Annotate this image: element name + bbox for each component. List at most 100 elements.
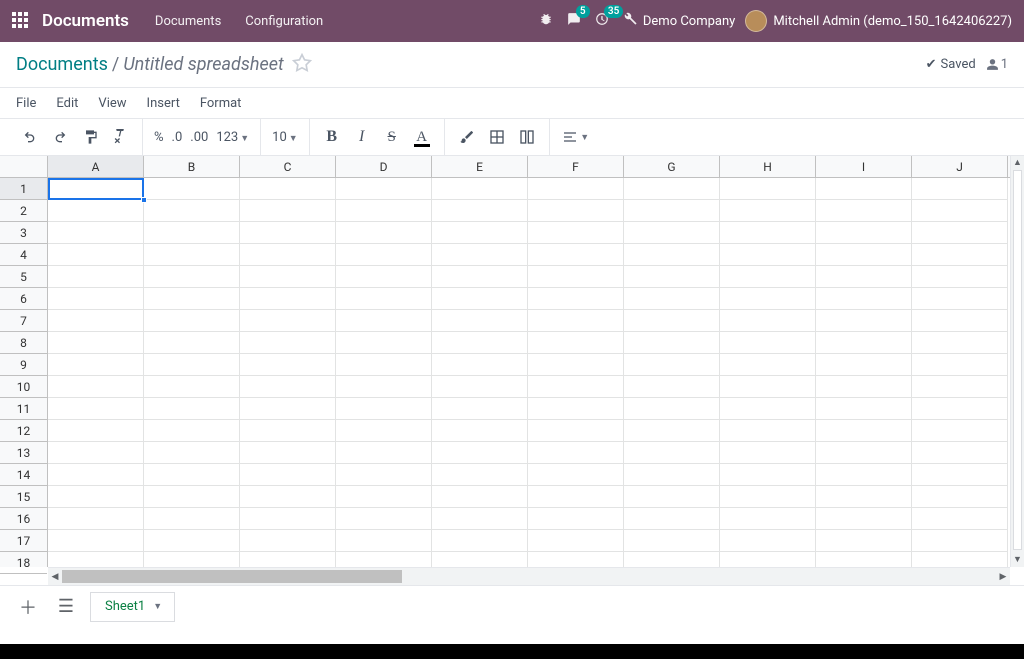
- cell[interactable]: [432, 332, 528, 354]
- cells-area[interactable]: [48, 178, 1010, 567]
- col-header[interactable]: B: [144, 156, 240, 177]
- cell[interactable]: [144, 244, 240, 266]
- vertical-scroll-thumb[interactable]: [1013, 170, 1022, 550]
- cell[interactable]: [48, 178, 144, 200]
- apps-icon[interactable]: [12, 12, 30, 30]
- chevron-down-icon[interactable]: ▼: [153, 601, 162, 612]
- row-header[interactable]: 15: [0, 486, 47, 508]
- cell[interactable]: [432, 398, 528, 420]
- cell[interactable]: [912, 530, 1008, 552]
- cell[interactable]: [144, 310, 240, 332]
- cell[interactable]: [240, 244, 336, 266]
- cell[interactable]: [432, 486, 528, 508]
- cell[interactable]: [144, 266, 240, 288]
- cell[interactable]: [816, 266, 912, 288]
- cell[interactable]: [912, 244, 1008, 266]
- row-header[interactable]: 4: [0, 244, 47, 266]
- cell[interactable]: [624, 486, 720, 508]
- row-header[interactable]: 17: [0, 530, 47, 552]
- cell[interactable]: [144, 288, 240, 310]
- cell[interactable]: [816, 288, 912, 310]
- col-header[interactable]: D: [336, 156, 432, 177]
- cell[interactable]: [528, 200, 624, 222]
- cell[interactable]: [336, 222, 432, 244]
- cell[interactable]: [144, 530, 240, 552]
- cell[interactable]: [240, 266, 336, 288]
- cell[interactable]: [48, 222, 144, 244]
- cell[interactable]: [336, 354, 432, 376]
- activities-icon[interactable]: 35: [595, 12, 609, 30]
- cell[interactable]: [144, 486, 240, 508]
- cell[interactable]: [144, 508, 240, 530]
- cell[interactable]: [720, 530, 816, 552]
- vertical-scrollbar[interactable]: ▲ ▼: [1010, 156, 1024, 567]
- cell[interactable]: [624, 310, 720, 332]
- cell[interactable]: [816, 222, 912, 244]
- cell[interactable]: [912, 486, 1008, 508]
- bug-icon[interactable]: [539, 12, 553, 30]
- cell[interactable]: [336, 486, 432, 508]
- horizontal-scroll-thumb[interactable]: [62, 570, 402, 583]
- cell[interactable]: [336, 376, 432, 398]
- cell[interactable]: [624, 508, 720, 530]
- cell[interactable]: [336, 530, 432, 552]
- cell[interactable]: [144, 332, 240, 354]
- cell[interactable]: [240, 332, 336, 354]
- cell[interactable]: [720, 266, 816, 288]
- cell[interactable]: [432, 420, 528, 442]
- horizontal-align-button[interactable]: ▼: [558, 123, 594, 151]
- cell[interactable]: [48, 508, 144, 530]
- cell[interactable]: [240, 200, 336, 222]
- cell[interactable]: [144, 464, 240, 486]
- cell[interactable]: [144, 354, 240, 376]
- cell[interactable]: [144, 398, 240, 420]
- menu-file[interactable]: File: [16, 96, 36, 111]
- cell[interactable]: [48, 200, 144, 222]
- cell[interactable]: [816, 508, 912, 530]
- cell[interactable]: [912, 420, 1008, 442]
- cell[interactable]: [48, 288, 144, 310]
- clear-format-button[interactable]: [106, 123, 134, 151]
- tools-icon[interactable]: [623, 12, 637, 30]
- cell[interactable]: [48, 354, 144, 376]
- paint-format-button[interactable]: [76, 123, 104, 151]
- cell[interactable]: [912, 266, 1008, 288]
- cell[interactable]: [240, 442, 336, 464]
- cell[interactable]: [816, 178, 912, 200]
- cell[interactable]: [816, 464, 912, 486]
- cell[interactable]: [720, 508, 816, 530]
- row-header[interactable]: 7: [0, 310, 47, 332]
- cell[interactable]: [336, 508, 432, 530]
- cell[interactable]: [816, 376, 912, 398]
- cell[interactable]: [624, 332, 720, 354]
- cell[interactable]: [624, 200, 720, 222]
- cell[interactable]: [432, 530, 528, 552]
- cell[interactable]: [528, 222, 624, 244]
- cell[interactable]: [624, 288, 720, 310]
- row-header[interactable]: 3: [0, 222, 47, 244]
- cell[interactable]: [336, 442, 432, 464]
- col-header[interactable]: H: [720, 156, 816, 177]
- cell[interactable]: [720, 332, 816, 354]
- all-sheets-button[interactable]: ☰: [52, 593, 80, 621]
- horizontal-scrollbar[interactable]: ◀ ▶: [48, 567, 1010, 585]
- cell[interactable]: [240, 354, 336, 376]
- cell[interactable]: [240, 508, 336, 530]
- collaborators-indicator[interactable]: 1: [986, 57, 1008, 72]
- cell[interactable]: [48, 310, 144, 332]
- cell[interactable]: [912, 310, 1008, 332]
- cell[interactable]: [912, 508, 1008, 530]
- menu-view[interactable]: View: [98, 96, 126, 111]
- decrease-decimal-button[interactable]: .0: [169, 130, 186, 145]
- cell[interactable]: [240, 288, 336, 310]
- cell[interactable]: [720, 376, 816, 398]
- row-header[interactable]: 13: [0, 442, 47, 464]
- cell[interactable]: [528, 288, 624, 310]
- cell[interactable]: [720, 244, 816, 266]
- cell[interactable]: [144, 200, 240, 222]
- cell[interactable]: [48, 530, 144, 552]
- cell[interactable]: [48, 442, 144, 464]
- cell[interactable]: [336, 332, 432, 354]
- cell[interactable]: [624, 420, 720, 442]
- cell[interactable]: [48, 332, 144, 354]
